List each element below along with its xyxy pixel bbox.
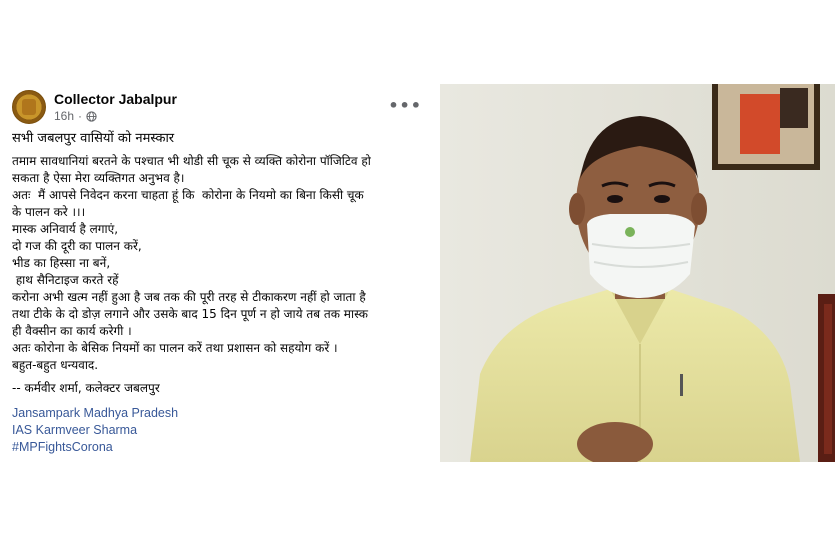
post-author[interactable]: Collector Jabalpur [54, 91, 177, 107]
hashtag-link[interactable]: Jansampark Madhya Pradesh [12, 405, 428, 422]
post-header: Collector Jabalpur 16h · ••• [12, 88, 432, 128]
district-emblem-icon[interactable] [12, 90, 46, 124]
globe-icon [86, 110, 97, 122]
more-options-icon[interactable]: ••• [388, 96, 422, 115]
post-tags: Jansampark Madhya Pradesh IAS Karmveer S… [12, 405, 428, 456]
post-line: ही वैक्सीन का कार्य करेगी । [12, 324, 132, 338]
post-line: हाथ सैनिटाइज करते रहें [12, 273, 119, 287]
post-body: सभी जबलपुर वासियों को नमस्कार तमाम सावधा… [12, 130, 428, 456]
post-line: सकता है ऐसा मेरा व्यक्तिगत अनुभव है। [12, 171, 185, 185]
post-line: के पालन करे ।।। [12, 205, 86, 219]
post-line: तथा टीके के दो डोज़ लगाने और उसके बाद 15… [12, 307, 368, 321]
hashtag-link[interactable]: IAS Karmveer Sharma [12, 422, 428, 439]
post-line: मास्क अनिवार्य है लगाएं, [12, 222, 119, 236]
post-line: अतः कोरोना के बेसिक नियमों का पालन करें … [12, 341, 338, 355]
post-signature: -- कर्मवीर शर्मा, कलेक्टर जबलपुर [12, 381, 160, 395]
post-line: दो गज की दूरी का पालन करें, [12, 239, 142, 253]
post-line: अतः मैं आपसे निवेदन करना चाहता हूं कि को… [12, 188, 364, 202]
hashtag-link[interactable]: #MPFightsCorona [12, 439, 428, 456]
post-line: तमाम सावधानियां बरतने के पश्चात भी थोडी … [12, 154, 371, 168]
post-line: करोना अभी खत्म नहीं हुआ है जब तक की पूरी… [12, 290, 366, 304]
facebook-post: Collector Jabalpur 16h · ••• सभी जबलपुर … [0, 84, 440, 462]
post-line: बहुत-बहुत धन्यवाद. [12, 358, 99, 372]
post-meta: 16h · [54, 109, 97, 123]
post-time[interactable]: 16h [54, 109, 74, 123]
video-frame[interactable] [440, 84, 835, 462]
post-greeting: सभी जबलपुर वासियों को नमस्कार [12, 131, 175, 146]
post-line: भीड का हिस्सा ना बनें, [12, 256, 111, 270]
person-in-mask-image [440, 84, 835, 462]
